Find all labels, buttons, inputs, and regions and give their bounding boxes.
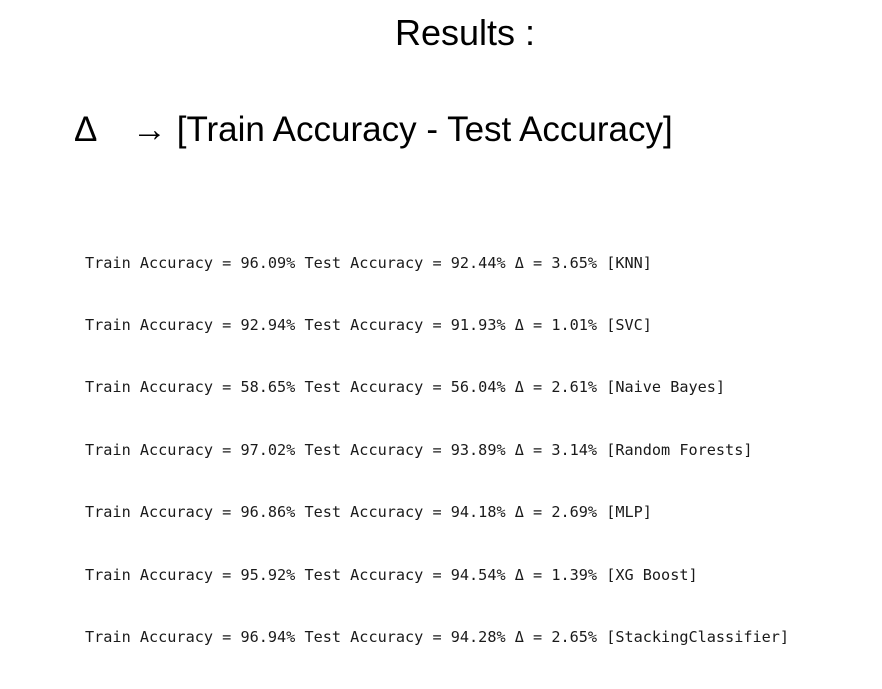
delta-definition-text: → [Train Accuracy - Test Accuracy] bbox=[132, 110, 673, 149]
slide: Results : Δ → [Train Accuracy - Test Accu… bbox=[0, 0, 882, 646]
result-row-stacking-classifier: Train Accuracy = 96.94% Test Accuracy = … bbox=[85, 627, 790, 646]
results-list: Train Accuracy = 96.09% Test Accuracy = … bbox=[85, 211, 789, 689]
slide-title: Results : bbox=[394, 12, 536, 53]
result-row-xg-boost: Train Accuracy = 95.92% Test Accuracy = … bbox=[85, 565, 698, 584]
result-row-svc: Train Accuracy = 92.94% Test Accuracy = … bbox=[85, 315, 652, 334]
delta-definition: Δ → [Train Accuracy - Test Accuracy] bbox=[74, 108, 673, 152]
result-row-random-forests: Train Accuracy = 97.02% Test Accuracy = … bbox=[85, 440, 753, 459]
result-row-mlp: Train Accuracy = 96.86% Test Accuracy = … bbox=[85, 503, 652, 522]
result-row-naive-bayes: Train Accuracy = 58.65% Test Accuracy = … bbox=[85, 378, 726, 397]
delta-symbol: Δ bbox=[74, 110, 98, 149]
result-row-knn: Train Accuracy = 96.09% Test Accuracy = … bbox=[85, 253, 652, 272]
